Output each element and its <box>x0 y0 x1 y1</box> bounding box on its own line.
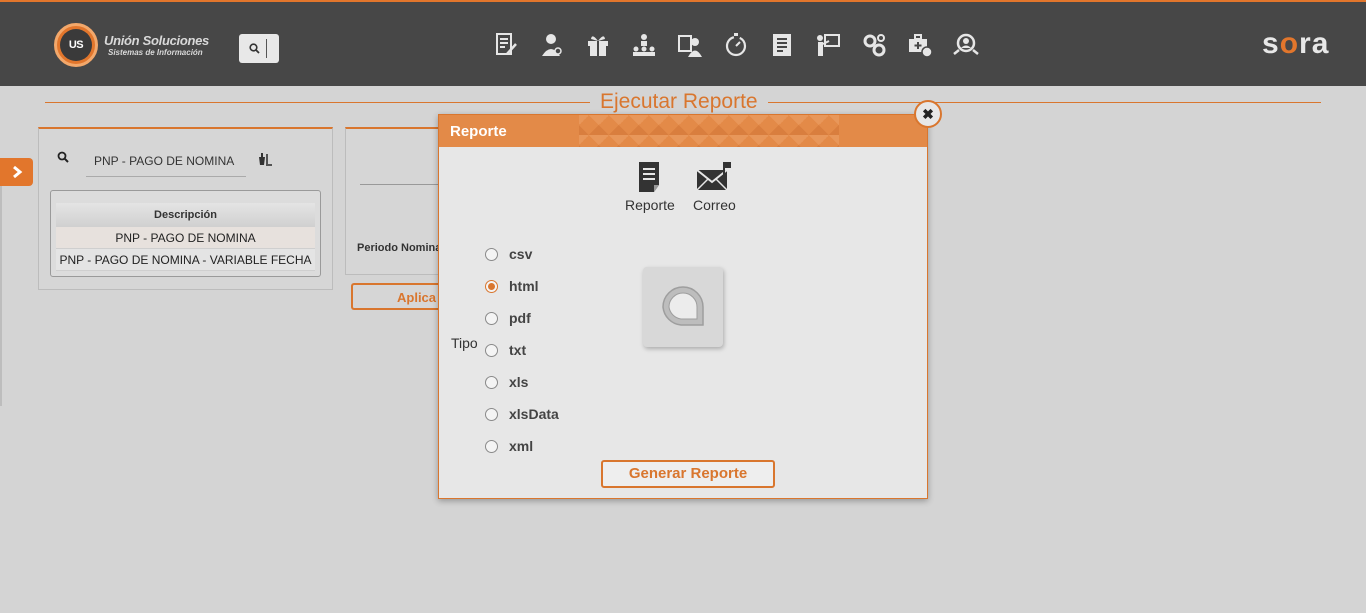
search-icon <box>249 43 260 54</box>
radio-button[interactable] <box>485 311 498 325</box>
report-selector-panel: PNP - PAGO DE NOMINA Descripción PNP - P… <box>38 127 333 290</box>
header-pattern <box>579 115 839 147</box>
format-option-pdf[interactable]: pdf <box>485 302 559 334</box>
format-option-xls[interactable]: xls <box>485 366 559 398</box>
parameter-input[interactable] <box>360 184 446 185</box>
format-label: xls <box>509 374 529 390</box>
user-icon[interactable] <box>539 31 585 59</box>
report-list-icon[interactable] <box>769 31 815 59</box>
page-title: Ejecutar Reporte <box>590 90 768 114</box>
format-radio-group: csv html pdf txt xls xlsData xml <box>485 238 559 462</box>
document-edit-icon[interactable] <box>493 31 539 59</box>
brand-logo: sora <box>1262 29 1329 59</box>
radio-button[interactable] <box>485 407 498 421</box>
radio-button-selected[interactable] <box>485 279 498 293</box>
user-search-icon[interactable] <box>953 31 999 59</box>
global-search-button[interactable] <box>239 34 279 63</box>
top-navigation-bar: US Unión Soluciones Sistemas de Informac… <box>0 0 1366 86</box>
format-label: txt <box>509 342 527 358</box>
stopwatch-icon[interactable] <box>723 31 769 59</box>
org-chart-icon[interactable] <box>631 31 677 59</box>
gift-icon[interactable] <box>585 31 631 59</box>
format-option-html[interactable]: html <box>485 270 559 302</box>
format-label: html <box>509 278 539 294</box>
parameters-panel: Periodo Nomina <box>345 127 446 275</box>
company-logo[interactable]: US Unión Soluciones Sistemas de Informac… <box>54 23 209 67</box>
sidebar-edge <box>0 186 2 406</box>
format-label: csv <box>509 246 533 262</box>
brand-accent: o <box>1279 27 1300 60</box>
close-icon[interactable]: ✖ <box>914 100 942 128</box>
radio-button[interactable] <box>485 247 498 261</box>
logo-badge: US <box>54 23 98 67</box>
sidebar-toggle-button[interactable] <box>0 158 33 186</box>
logo-subtitle: Sistemas de Información <box>108 47 203 57</box>
brand-part: ra <box>1299 27 1330 60</box>
email-output-option[interactable]: Correo <box>693 161 736 213</box>
format-option-xlsdata[interactable]: xlsData <box>485 398 559 430</box>
search-caret <box>266 39 267 58</box>
radio-button[interactable] <box>485 375 498 389</box>
user-card-icon[interactable] <box>677 31 723 59</box>
document-icon <box>638 162 659 192</box>
generate-report-button[interactable]: Generar Reporte <box>601 460 775 488</box>
dialog-title: Reporte <box>450 123 507 140</box>
logo-badge-text: US <box>60 29 92 61</box>
envelope-icon <box>696 162 732 191</box>
chevron-right-icon <box>12 165 22 179</box>
html-format-icon <box>662 286 704 326</box>
email-option-label: Correo <box>693 197 736 213</box>
format-type-label: Tipo <box>451 335 478 351</box>
module-nav <box>493 31 999 59</box>
format-option-xml[interactable]: xml <box>485 430 559 462</box>
report-search-input[interactable]: PNP - PAGO DE NOMINA <box>86 147 246 177</box>
periodo-nomina-label: Periodo Nomina <box>357 242 442 254</box>
apply-button[interactable]: Aplica <box>351 283 451 310</box>
report-dialog: Reporte Reporte Correo Tipo csv html pdf… <box>438 114 928 499</box>
training-icon[interactable] <box>815 31 861 59</box>
format-label: xml <box>509 438 534 454</box>
format-preview <box>643 267 723 347</box>
report-table: Descripción PNP - PAGO DE NOMINA PNP - P… <box>50 190 321 277</box>
medical-kit-icon[interactable] <box>907 31 953 59</box>
table-row[interactable]: PNP - PAGO DE NOMINA <box>56 227 315 249</box>
format-label: pdf <box>509 310 531 326</box>
clear-filter-icon[interactable] <box>257 151 273 167</box>
radio-button[interactable] <box>485 439 498 453</box>
gears-icon[interactable] <box>861 31 907 59</box>
format-label: xlsData <box>509 406 559 422</box>
logo-title: Unión Soluciones <box>104 32 209 48</box>
report-option-label: Reporte <box>625 197 675 213</box>
table-row[interactable]: PNP - PAGO DE NOMINA - VARIABLE FECHA <box>56 249 315 271</box>
format-option-csv[interactable]: csv <box>485 238 559 270</box>
format-option-txt[interactable]: txt <box>485 334 559 366</box>
radio-button[interactable] <box>485 343 498 357</box>
search-icon <box>57 151 69 163</box>
column-header-description[interactable]: Descripción <box>56 203 315 227</box>
dialog-header: Reporte <box>439 115 927 147</box>
report-output-option[interactable]: Reporte <box>625 161 675 213</box>
brand-part: s <box>1262 27 1280 60</box>
